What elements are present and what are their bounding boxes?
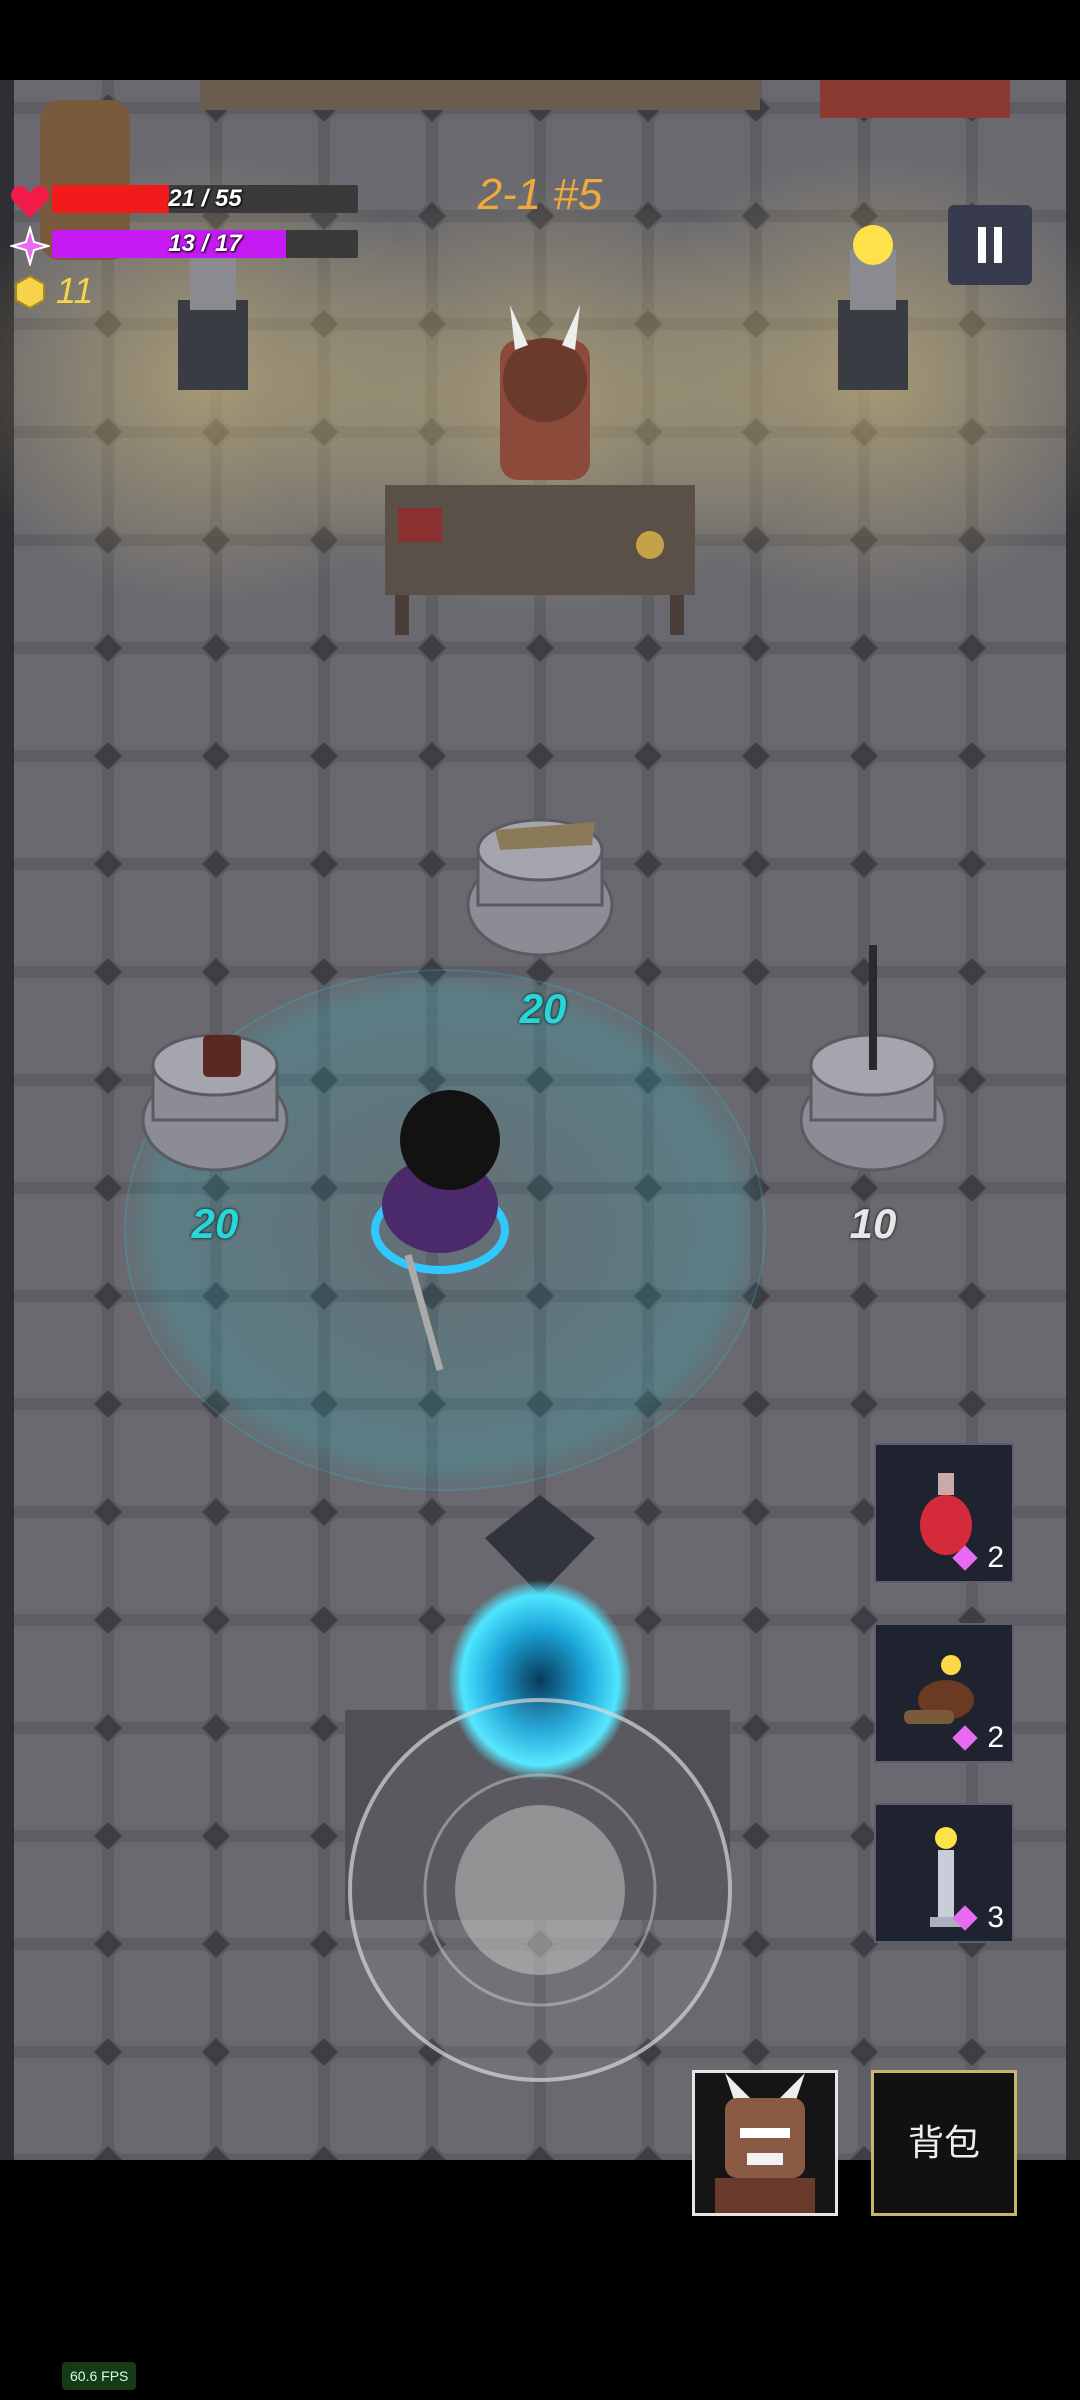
fps-counter: 60.6 FPS xyxy=(62,2362,137,2390)
mana-text: 13 / 17 xyxy=(168,230,242,257)
mana-crystal-icon xyxy=(10,226,50,266)
stage-label: 2-1 #5 xyxy=(477,170,603,219)
gold-count: 11 xyxy=(56,270,94,311)
skill-slot-lamp[interactable]: 3 xyxy=(874,1803,1014,1943)
merchant-portrait-icon xyxy=(715,2073,815,2213)
price-crossbow: 20 xyxy=(519,985,567,1032)
price-bucket-helmet: 20 xyxy=(191,1200,239,1247)
mana-bar: 13 / 17 xyxy=(52,230,358,258)
backpack-button[interactable]: 背包 xyxy=(871,2070,1017,2216)
npc-portrait-button[interactable] xyxy=(692,2070,838,2216)
health-bar: 21 / 55 xyxy=(52,185,358,213)
skill-count: 2 xyxy=(987,1721,1004,1754)
gold-coin-icon xyxy=(15,274,45,310)
pause-button[interactable] xyxy=(948,205,1032,285)
skill-slot-cauldron[interactable]: 2 xyxy=(874,1623,1014,1763)
health-text: 21 / 55 xyxy=(168,185,242,212)
price-spear: 10 xyxy=(849,1200,897,1247)
skill-count: 3 xyxy=(987,1901,1004,1934)
skill-count: 2 xyxy=(987,1541,1004,1574)
skill-slot-potion[interactable]: 2 xyxy=(874,1443,1014,1583)
heart-icon xyxy=(11,186,49,218)
